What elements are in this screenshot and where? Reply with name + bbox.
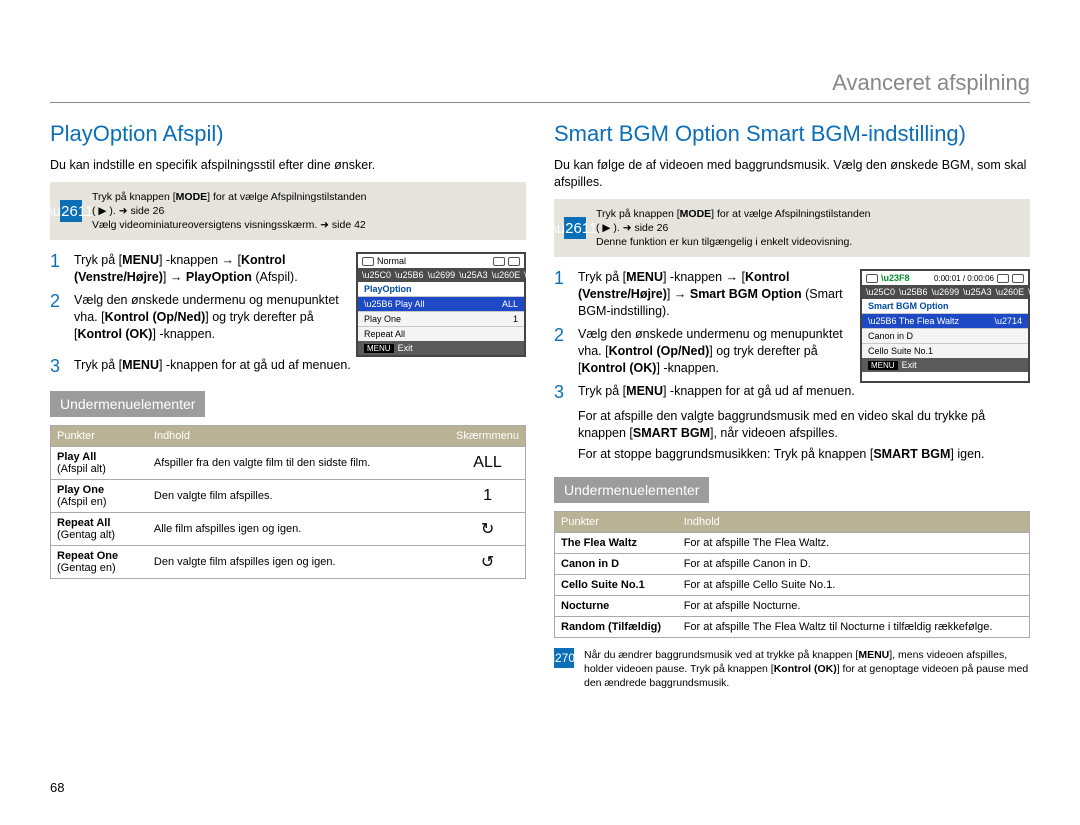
lcd-menu-item[interactable]: Play One1 — [358, 311, 524, 326]
table-row: NocturneFor at afspille Nocturne. — [555, 595, 1030, 616]
check-icon: \u2611 — [564, 217, 586, 239]
table-row: The Flea WaltzFor at afspille The Flea W… — [555, 532, 1030, 553]
lcd-menu-title: PlayOption — [358, 282, 524, 296]
table-row: Canon in DFor at afspille Canon in D. — [555, 553, 1030, 574]
th-indhold: Indhold — [678, 511, 1030, 532]
lcd-top-label: Normal — [377, 256, 406, 266]
icon-repeat-one: ↺ — [450, 546, 525, 579]
smartbgm-intro: Du kan følge de af videoen med baggrunds… — [554, 157, 1030, 191]
note-icon: \u270E — [554, 648, 574, 668]
th-punkter: Punkter — [51, 426, 148, 447]
footnote-text: Når du ændrer baggrundsmusik ved at tryk… — [584, 648, 1030, 691]
battery-icon — [508, 257, 520, 266]
lcd-preview-left: Normal \u25C0\u25B6\u2699\u25A3\u260E\u2… — [356, 252, 526, 357]
menu-tag: MENU — [868, 361, 898, 370]
page-number: 68 — [50, 780, 64, 795]
check-icon: \u2611 — [60, 200, 82, 222]
smartbgm-table: Punkter Indhold The Flea WaltzFor at afs… — [554, 511, 1030, 638]
table-row: Repeat All(Gentag alt)Alle film afspille… — [51, 513, 526, 546]
info-text-right: Tryk på knappen [MODE] for at vælge Afsp… — [596, 207, 871, 250]
th-indhold: Indhold — [148, 426, 450, 447]
step-body: Tryk på [MENU] -knappen → [Kontrol (Vens… — [578, 269, 846, 320]
lcd-menu-item[interactable]: Canon in D — [862, 328, 1028, 343]
table-row: Random (Tilfældig)For at afspille The Fl… — [555, 616, 1030, 637]
step-number: 2 — [50, 292, 64, 312]
sd-icon — [997, 274, 1009, 283]
lcd-exit-label: Exit — [398, 343, 413, 353]
step-body: Tryk på [MENU] -knappen for at gå ud af … — [578, 383, 1030, 400]
footnote: \u270E Når du ændrer baggrundsmusik ved … — [554, 648, 1030, 691]
step-number: 3 — [50, 357, 64, 377]
lcd-menu-item[interactable]: Cello Suite No.1 — [862, 343, 1028, 358]
th-punkter: Punkter — [555, 511, 678, 532]
record-icon — [866, 274, 878, 283]
lcd-menu-item[interactable]: \u25B6 Play AllALL — [358, 296, 524, 311]
icon-repeat-all: ↻ — [450, 513, 525, 546]
step-number: 2 — [554, 326, 568, 346]
lcd-time-label: 0:00:01 / 0:00:06 — [934, 274, 994, 283]
info-box-right: \u2611 Tryk på knappen [MODE] for at væl… — [554, 199, 1030, 258]
page-header: Avanceret afspilning — [50, 70, 1030, 103]
step-number: 1 — [50, 252, 64, 272]
step-body: Vælg den ønskede undermenu og menupunkte… — [74, 292, 342, 343]
table-row: Play All(Afspil alt)Afspiller fra den va… — [51, 447, 526, 480]
battery-icon — [1012, 274, 1024, 283]
menu-tag: MENU — [364, 344, 394, 353]
info-box-left: \u2611 Tryk på knappen [MODE] for at væl… — [50, 182, 526, 241]
info-text-left: Tryk på knappen [MODE] for at vælge Afsp… — [92, 190, 367, 233]
lcd-exit-label: Exit — [902, 360, 917, 370]
playoption-table: Punkter Indhold Skærmmenu Play All(Afspi… — [50, 425, 526, 579]
lcd-preview-right: \u23F8 0:00:01 / 0:00:06 \u25C0\u25B6\u2… — [860, 269, 1030, 382]
extra-note: For at stoppe baggrundsmusikken: Tryk på… — [578, 446, 1030, 463]
lcd-menu-item[interactable]: \u25B6 The Flea Waltz\u2714 — [862, 313, 1028, 328]
table-row: Repeat One(Gentag en)Den valgte film afs… — [51, 546, 526, 579]
table-row: Play One(Afspil en)Den valgte film afspi… — [51, 480, 526, 513]
step-number: 1 — [554, 269, 568, 289]
subheading-right: Undermenuelementer — [554, 477, 709, 503]
lcd-menu-item[interactable]: Repeat All — [358, 326, 524, 341]
th-skaermmenu: Skærmmenu — [450, 426, 525, 447]
step-body: Vælg den ønskede undermenu og menupunkte… — [578, 326, 846, 377]
step-body: Tryk på [MENU] -knappen for at gå ud af … — [74, 357, 526, 374]
extra-note: For at afspille den valgte baggrundsmusi… — [578, 408, 1030, 442]
smartbgm-title: Smart BGM Option Smart BGM-indstilling) — [554, 121, 1030, 147]
sd-icon — [493, 257, 505, 266]
playoption-intro: Du kan indstille en specifik afspilnings… — [50, 157, 526, 174]
right-column: Smart BGM Option Smart BGM-indstilling) … — [554, 121, 1030, 690]
playoption-title: PlayOption Afspil) — [50, 121, 526, 147]
step-number: 3 — [554, 383, 568, 403]
step-body: Tryk på [MENU] -knappen → [Kontrol (Vens… — [74, 252, 342, 286]
table-row: Cello Suite No.1For at afspille Cello Su… — [555, 574, 1030, 595]
lcd-menu-title: Smart BGM Option — [862, 299, 1028, 313]
icon-one: 1 — [450, 480, 525, 513]
record-icon — [362, 257, 374, 266]
icon-all: ALL — [450, 447, 525, 480]
left-column: PlayOption Afspil) Du kan indstille en s… — [50, 121, 526, 690]
subheading-left: Undermenuelementer — [50, 391, 205, 417]
